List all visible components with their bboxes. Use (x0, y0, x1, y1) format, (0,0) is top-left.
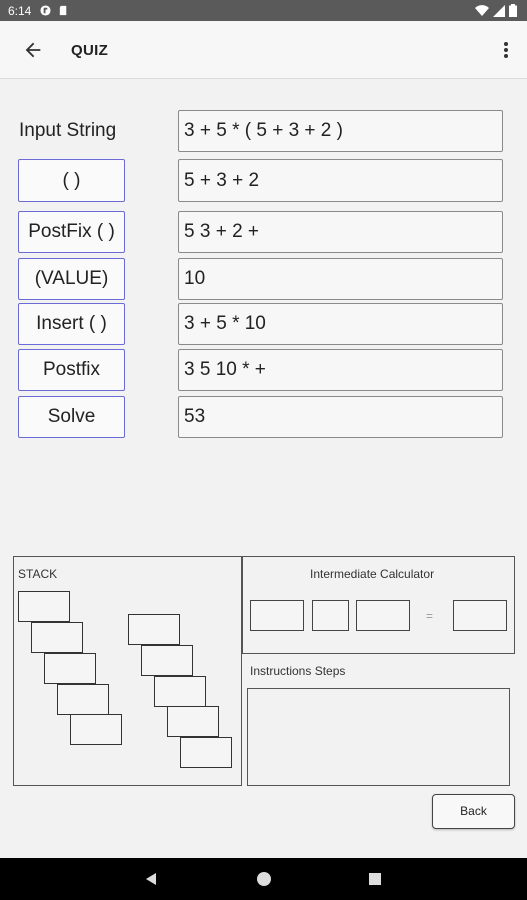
circle-home-icon[interactable] (257, 872, 271, 886)
app-bar: QUIZ (0, 21, 527, 79)
postfix-parentheses-field[interactable]: 5 3 + 2 + (178, 211, 503, 253)
notification-icon (40, 5, 51, 16)
status-icons (475, 4, 517, 17)
stack-cell (128, 614, 180, 645)
status-bar: 6:14 (0, 0, 527, 21)
input-string-label: Input String (19, 120, 117, 141)
insert-button[interactable]: Insert ( ) (18, 303, 125, 345)
signal-icon (493, 4, 505, 17)
stack-cell (167, 706, 219, 737)
instructions-label: Instructions Steps (250, 664, 346, 678)
stack-cell (180, 737, 232, 768)
postfix-field[interactable]: 3 5 10 * + (178, 349, 503, 391)
stack-cell (154, 676, 206, 707)
equals-sign: = (426, 609, 434, 623)
stack-cell (18, 591, 70, 622)
intermediate-calculator-label: Intermediate Calculator (310, 567, 435, 581)
back-arrow-icon[interactable] (22, 39, 44, 61)
more-vert-icon[interactable] (501, 39, 511, 61)
stack-cell (44, 653, 96, 684)
operand-right-box (356, 600, 410, 631)
value-button[interactable]: (VALUE) (18, 258, 125, 300)
postfix-parentheses-button[interactable]: PostFix ( ) (18, 211, 125, 253)
solve-field[interactable]: 53 (178, 396, 503, 438)
stack-cell (31, 622, 83, 653)
instructions-box (247, 688, 510, 786)
value-field[interactable]: 10 (178, 258, 503, 300)
status-time: 6:14 (8, 4, 32, 18)
stack-cell (141, 645, 193, 676)
sd-card-icon (59, 5, 67, 16)
square-recent-icon[interactable] (369, 873, 381, 885)
solve-button[interactable]: Solve (18, 396, 125, 438)
page-title: QUIZ (71, 42, 109, 59)
insert-field[interactable]: 3 + 5 * 10 (178, 303, 503, 345)
parentheses-button[interactable]: ( ) (18, 159, 125, 202)
navigation-bar (0, 858, 527, 900)
result-box (453, 600, 507, 631)
wifi-icon (475, 4, 489, 16)
stack-cell (70, 714, 122, 745)
input-string-field[interactable]: 3 + 5 * ( 5 + 3 + 2 ) (178, 110, 503, 152)
operator-box (312, 600, 349, 631)
triangle-back-icon[interactable] (144, 872, 158, 886)
operand-left-box (250, 600, 304, 631)
postfix-button[interactable]: Postfix (18, 349, 125, 391)
parentheses-field[interactable]: 5 + 3 + 2 (178, 159, 503, 202)
battery-icon (509, 4, 517, 17)
back-button[interactable]: Back (432, 794, 515, 829)
stack-label: STACK (18, 567, 58, 581)
stack-cell (57, 684, 109, 715)
